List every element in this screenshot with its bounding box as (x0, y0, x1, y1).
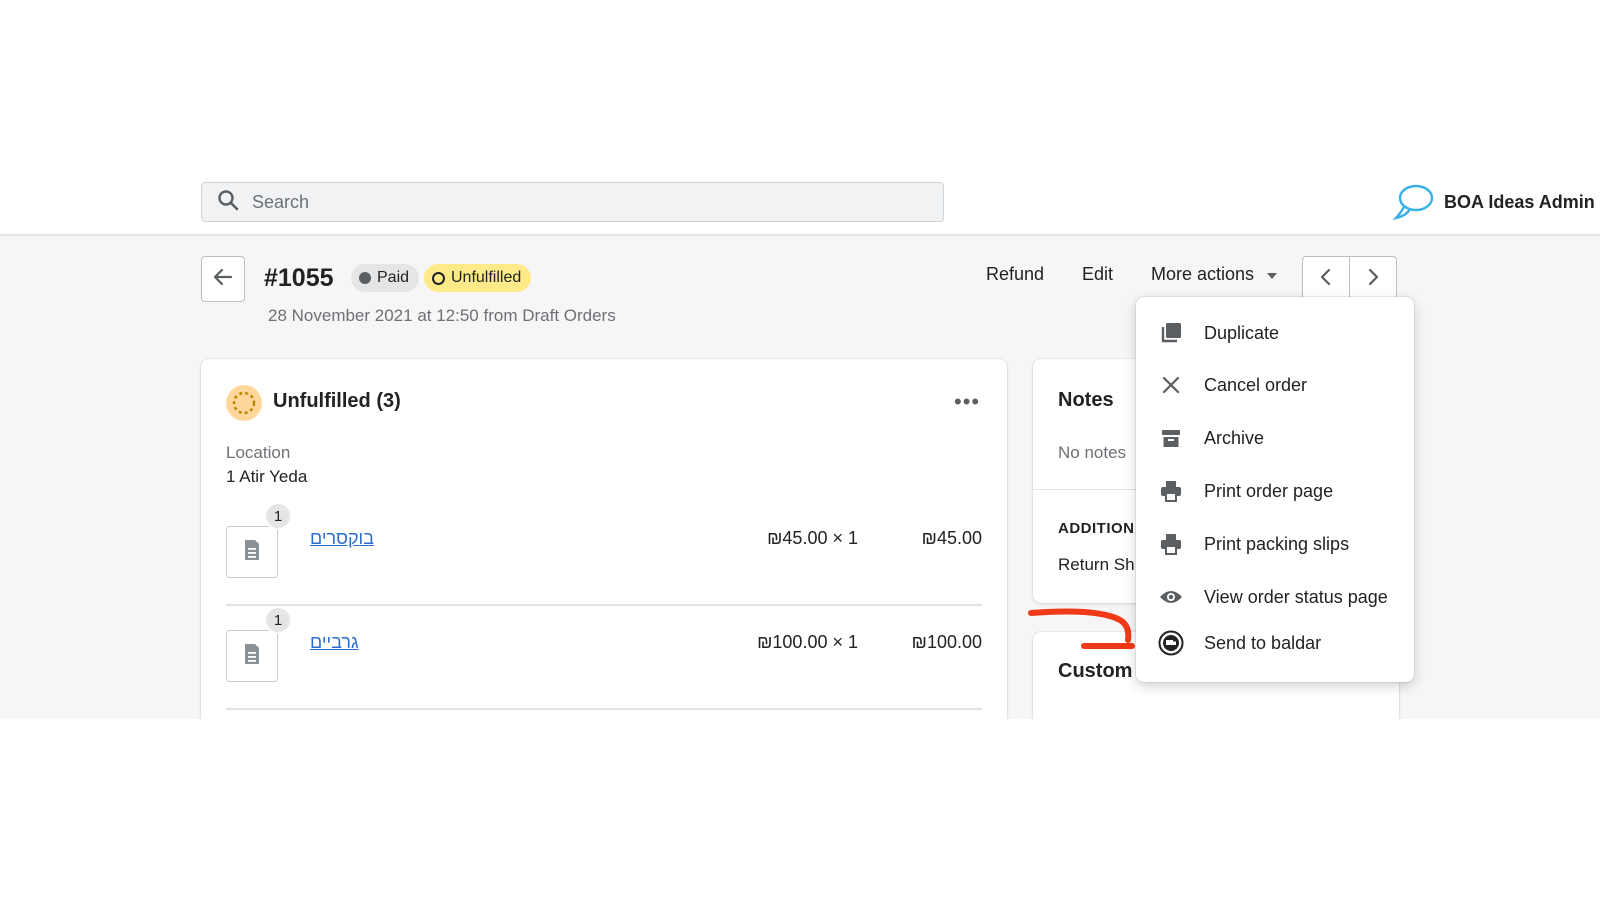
menu-item-label: Archive (1204, 427, 1265, 448)
order-subtitle: 28 November 2021 at 12:50 from Draft Ord… (268, 306, 616, 325)
menu-item-print-packing-slips[interactable]: Print packing slips (1136, 524, 1414, 564)
product-link[interactable]: בוקסרים (310, 528, 374, 549)
more-actions-label: More actions (1151, 264, 1255, 284)
payment-status-label: Paid (377, 269, 410, 286)
menu-item-cancel-order[interactable]: Cancel order (1136, 365, 1414, 405)
menu-item-duplicate[interactable]: Duplicate (1136, 313, 1414, 353)
menu-item-send-to-baldar[interactable]: Send to baldar (1136, 623, 1414, 663)
printer-icon (1158, 531, 1184, 557)
line-total: ₪100.00 (911, 632, 982, 652)
product-thumbnail (226, 526, 278, 578)
top-bar: BOA Ideas Admin (0, 168, 1600, 236)
printer-icon (1158, 478, 1184, 504)
more-horizontal-icon[interactable]: ••• (954, 389, 980, 415)
location-label: Location (226, 443, 291, 462)
quantity-badge: 1 (264, 606, 292, 634)
notes-empty-text: No notes (1058, 443, 1127, 462)
close-icon (1158, 372, 1184, 398)
additional-details-title: ADDITION (1058, 520, 1135, 537)
menu-item-view-order-status-page[interactable]: View order status page (1136, 577, 1414, 617)
order-pager (1302, 256, 1397, 302)
search-icon (216, 188, 240, 217)
document-icon (243, 643, 261, 670)
more-actions-menu: Duplicate Cancel order Archive Print ord… (1136, 297, 1414, 682)
store-menu[interactable]: BOA Ideas Admin (1392, 180, 1595, 224)
quantity-badge: 1 (264, 502, 292, 530)
menu-item-label: Print packing slips (1204, 533, 1350, 554)
product-link[interactable]: גרביים (310, 632, 359, 653)
menu-item-label: Send to baldar (1204, 632, 1322, 653)
search-input[interactable] (252, 191, 852, 213)
store-name: BOA Ideas Admin (1444, 191, 1595, 212)
customer-title: Custom (1058, 660, 1133, 682)
additional-details-value: Return Sh (1058, 555, 1135, 574)
chevron-left-icon (1319, 268, 1333, 291)
menu-item-print-order-page[interactable]: Print order page (1136, 471, 1414, 511)
document-icon (243, 539, 261, 566)
unfulfilled-status-icon (226, 385, 262, 421)
search-bar[interactable] (201, 182, 944, 222)
previous-order-button[interactable] (1303, 257, 1350, 301)
fulfillment-card: Unfulfilled (3) ••• Location 1 Atir Yeda… (201, 359, 1007, 719)
menu-item-label: View order status page (1204, 586, 1388, 607)
fulfillment-status-label: Unfulfilled (451, 269, 522, 286)
menu-item-label: Cancel order (1204, 374, 1308, 395)
next-order-button[interactable] (1350, 257, 1396, 301)
unit-price: ₪100.00 × 1 (757, 632, 858, 652)
annotation-arrow-icon (1028, 608, 1135, 649)
line-item: 1 גרביים ₪100.00 × 1 ₪100.00 (226, 606, 982, 710)
fulfillment-title: Unfulfilled (3) (273, 390, 401, 412)
archive-icon (1158, 425, 1184, 451)
baldar-truck-icon (1158, 630, 1184, 656)
payment-status-badge: Paid (351, 264, 420, 292)
chevron-right-icon (1366, 268, 1380, 291)
status-ring-icon (432, 271, 445, 285)
duplicate-icon (1158, 320, 1184, 346)
menu-item-archive[interactable]: Archive (1136, 418, 1414, 458)
menu-item-label: Print order page (1204, 480, 1334, 501)
refund-button[interactable]: Refund (986, 264, 1044, 285)
more-actions-button[interactable]: More actions (1151, 264, 1278, 285)
back-button[interactable] (201, 256, 245, 302)
fulfillment-status-badge: Unfulfilled (424, 264, 532, 292)
menu-item-label: Duplicate (1204, 322, 1280, 343)
arrow-left-icon (212, 266, 234, 293)
product-thumbnail (226, 630, 278, 682)
notes-title: Notes (1058, 389, 1114, 411)
edit-button[interactable]: Edit (1082, 264, 1113, 285)
store-logo-icon (1392, 178, 1436, 227)
status-dot-icon (359, 272, 371, 284)
unit-price: ₪45.00 × 1 (767, 528, 858, 548)
eye-icon (1158, 584, 1184, 610)
line-total: ₪45.00 (921, 528, 982, 548)
line-item: 1 בוקסרים ₪45.00 × 1 ₪45.00 (226, 502, 982, 606)
caret-down-icon (1266, 264, 1278, 285)
location-value: 1 Atir Yeda (226, 467, 308, 486)
order-number: #1055 (264, 264, 334, 292)
